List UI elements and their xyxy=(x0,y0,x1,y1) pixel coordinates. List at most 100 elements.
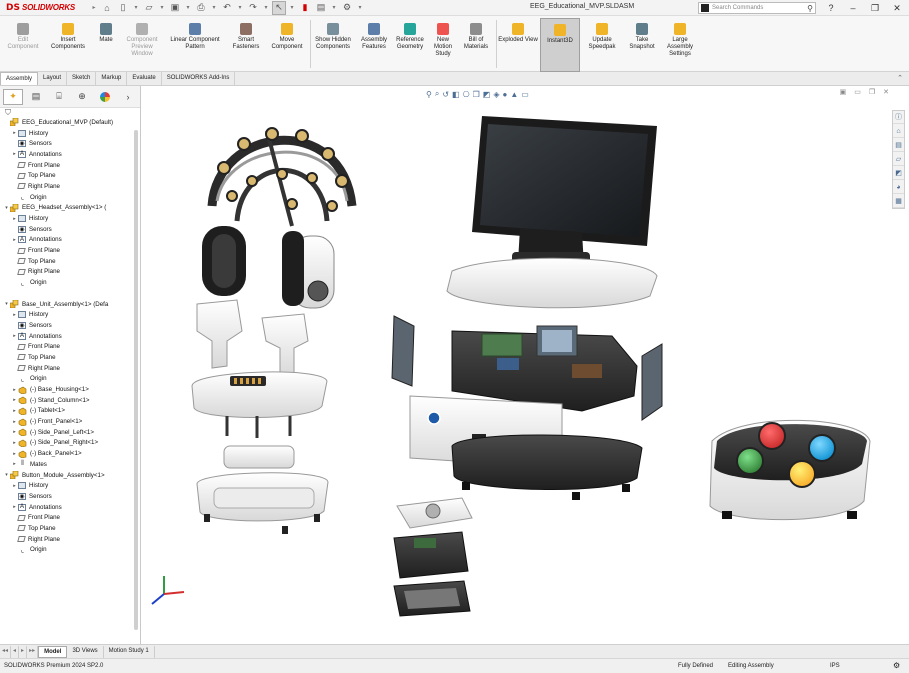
view-orientation-icon[interactable]: ❒ xyxy=(473,90,480,99)
design-library-icon[interactable]: ⌂ xyxy=(893,125,904,138)
restore-icon[interactable]: ❐ xyxy=(864,3,886,14)
tree-item[interactable]: ▸ A Annotations xyxy=(0,149,140,160)
tab-layout[interactable]: Layout xyxy=(38,72,68,85)
zoom-area-icon[interactable]: ⌕ xyxy=(435,89,439,99)
toolbar-preview-window-button[interactable]: Component Preview Window xyxy=(120,18,164,72)
open-dropdown-icon[interactable]: ▾ xyxy=(158,1,166,15)
save-dropdown-icon[interactable]: ▾ xyxy=(184,1,192,15)
scenes-icon[interactable]: ◕ xyxy=(893,181,904,194)
panel-expand-icon[interactable]: › xyxy=(118,89,138,105)
feature-tree-scrollbar[interactable] xyxy=(134,130,138,630)
tree-item[interactable]: ⌞ Origin xyxy=(0,192,140,203)
undo-dropdown-icon[interactable]: ▾ xyxy=(236,1,244,15)
tree-item[interactable]: ▾ Base_Unit_Assembly<1> (Defa xyxy=(0,299,140,310)
tree-item[interactable]: ▸ (-) Side_Panel_Right<1> xyxy=(0,438,140,449)
toolbar-fasteners-button[interactable]: Smart Fasteners xyxy=(226,18,266,72)
previous-view-icon[interactable]: ↺ xyxy=(442,90,449,99)
expand-arrow-icon[interactable]: ▸ xyxy=(11,461,18,467)
tree-item[interactable]: Front Plane xyxy=(0,512,140,523)
status-units[interactable]: IPS xyxy=(830,663,840,669)
display-manager-tab-icon[interactable] xyxy=(95,89,115,105)
dynamic-annotation-icon[interactable]: ⎔ xyxy=(463,90,470,99)
tab-assembly[interactable]: Assembly xyxy=(0,72,39,85)
expand-arrow-icon[interactable]: ▸ xyxy=(11,151,18,157)
tree-item[interactable]: ▸ (-) Stand_Column<1> xyxy=(0,395,140,406)
side-panel-right[interactable] xyxy=(641,343,663,421)
feature-tree-tab-icon[interactable]: ✦ xyxy=(3,88,23,105)
expand-arrow-icon[interactable]: ▸ xyxy=(11,504,18,510)
base-housing-tray[interactable] xyxy=(451,434,643,500)
status-options-icon[interactable]: ⚙ xyxy=(893,661,900,670)
search-commands[interactable]: Search Commands ⚲ xyxy=(698,2,816,14)
tree-item[interactable]: Right Plane xyxy=(0,363,140,374)
button-module-cap[interactable] xyxy=(396,497,473,529)
minimize-icon[interactable]: – xyxy=(842,3,864,13)
button-controller[interactable] xyxy=(709,419,871,521)
tree-item[interactable]: ▾ EEG_Headset_Assembly<1> ( xyxy=(0,203,140,214)
tree-item[interactable]: Top Plane xyxy=(0,170,140,181)
tree-item[interactable]: ▸ ⫴ Mates xyxy=(0,459,140,470)
new-document-icon[interactable]: ▯ xyxy=(116,1,130,15)
filter-icon[interactable]: ⛉ xyxy=(0,108,140,117)
view-palette-icon[interactable]: ▱ xyxy=(893,153,904,166)
bottom-tab-model[interactable]: Model xyxy=(38,645,68,658)
select-dropdown-icon[interactable]: ▾ xyxy=(288,1,296,15)
viewport-minimize-icon[interactable]: ▭ xyxy=(854,88,861,96)
rebuild-icon[interactable]: ▤ xyxy=(314,1,328,15)
tree-item[interactable]: Top Plane xyxy=(0,352,140,363)
tree-item[interactable]: ▾ Button_Module_Assembly<1> xyxy=(0,470,140,481)
graphics-area[interactable]: ⚲ ⌕ ↺ ◧ ⎔ ❒ ◩ ◈ ● ▲ ▭ ▣ ▭ ❐ ✕ ⓘ ⌂ ▤ ▱ ◩ … xyxy=(142,86,909,644)
tab-scroll-arrow-icon[interactable]: ◂◂ xyxy=(0,645,12,658)
tree-item[interactable]: ▸ History xyxy=(0,309,140,320)
tab-solidworks-add-ins[interactable]: SOLIDWORKS Add-Ins xyxy=(162,72,236,85)
button-module-board[interactable] xyxy=(393,531,469,579)
tree-item[interactable]: Right Plane xyxy=(0,534,140,545)
tree-item[interactable]: Top Plane xyxy=(0,523,140,534)
tree-item[interactable]: ▸ (-) Tablet<1> xyxy=(0,406,140,417)
tab-scroll-arrow-icon[interactable]: ◂ xyxy=(11,645,20,658)
toolbar-large-assembly-button[interactable]: Large Assembly Settings xyxy=(662,18,698,72)
base-plate[interactable] xyxy=(191,371,328,418)
base-housing-lower[interactable] xyxy=(196,445,329,534)
tab-evaluate[interactable]: Evaluate xyxy=(127,72,162,85)
top-lid[interactable] xyxy=(446,257,658,309)
expand-arrow-icon[interactable]: ▸ xyxy=(11,216,18,222)
tree-item[interactable]: Front Plane xyxy=(0,341,140,352)
tree-item[interactable]: ▸ A Annotations xyxy=(0,235,140,246)
tab-scroll-arrow-icon[interactable]: ▸▸ xyxy=(27,645,39,658)
tree-item[interactable]: ▸ A Annotations xyxy=(0,502,140,513)
tab-scroll-arrow-icon[interactable]: ▸ xyxy=(19,645,28,658)
tree-item[interactable]: ▸ History xyxy=(0,213,140,224)
expand-arrow-icon[interactable]: ▸ xyxy=(11,397,18,403)
redo-dropdown-icon[interactable]: ▾ xyxy=(262,1,270,15)
toolbar-snapshot-button[interactable]: Take Snapshot xyxy=(624,18,660,72)
expand-arrow-icon[interactable]: ▸ xyxy=(11,237,18,243)
tree-item[interactable]: ◉ Sensors xyxy=(0,491,140,502)
tree-item[interactable]: ◉ Sensors xyxy=(0,224,140,235)
expand-arrow-icon[interactable]: ▸ xyxy=(11,483,18,489)
viewport-close-icon[interactable]: ✕ xyxy=(883,88,889,96)
solidworks-resources-icon[interactable]: ⓘ xyxy=(893,111,904,124)
tree-item[interactable]: ▸ A Annotations xyxy=(0,331,140,342)
tree-item[interactable]: ⌞ Origin xyxy=(0,374,140,385)
side-panel-left[interactable] xyxy=(391,315,415,387)
edit-appearance-icon[interactable]: ● xyxy=(502,90,507,99)
expand-arrow-icon[interactable]: ▸ xyxy=(11,419,18,425)
tree-item[interactable]: ▸ (-) Front_Panel<1> xyxy=(0,416,140,427)
toolbar-edit-component-button[interactable]: Edit Component xyxy=(2,18,44,72)
section-view-icon[interactable]: ◧ xyxy=(452,90,460,99)
tree-item[interactable]: ⌞ Origin xyxy=(0,545,140,556)
apply-scene-icon[interactable]: ▲ xyxy=(510,90,518,99)
tree-item[interactable]: Top Plane xyxy=(0,256,140,267)
tree-item[interactable]: ▸ History xyxy=(0,128,140,139)
toolbar-assembly-features-button[interactable]: Assembly Features xyxy=(356,18,392,72)
open-icon[interactable]: ▱ xyxy=(142,1,156,15)
appearances-icon[interactable]: ◩ xyxy=(893,167,904,180)
menu-expand-icon[interactable]: ▸ xyxy=(90,1,98,15)
new-dropdown-icon[interactable]: ▾ xyxy=(132,1,140,15)
collapse-command-manager-icon[interactable]: ⌃ xyxy=(897,74,903,82)
app-logo[interactable]: DS SOLIDWORKS xyxy=(0,0,90,16)
help-icon[interactable]: ? xyxy=(820,3,842,13)
toolbar-reference-geometry-button[interactable]: Reference Geometry xyxy=(392,18,428,72)
traffic-light-icon[interactable]: ▮ xyxy=(298,1,312,15)
